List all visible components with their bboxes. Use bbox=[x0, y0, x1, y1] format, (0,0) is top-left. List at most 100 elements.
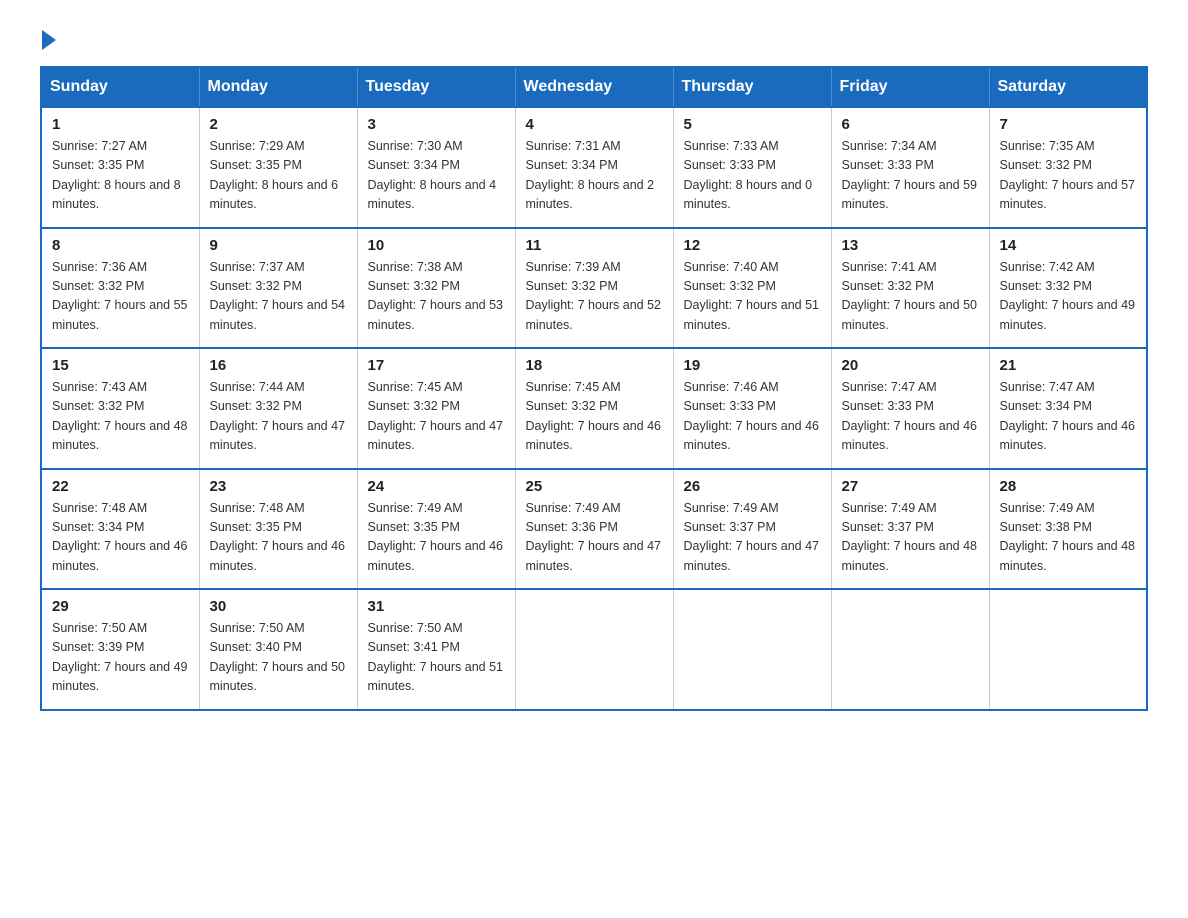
day-number: 15 bbox=[52, 357, 189, 374]
calendar-cell: 29 Sunrise: 7:50 AMSunset: 3:39 PMDaylig… bbox=[41, 589, 199, 710]
calendar-cell: 27 Sunrise: 7:49 AMSunset: 3:37 PMDaylig… bbox=[831, 469, 989, 590]
weekday-header-tuesday: Tuesday bbox=[357, 67, 515, 107]
weekday-header-saturday: Saturday bbox=[989, 67, 1147, 107]
day-info: Sunrise: 7:50 AMSunset: 3:40 PMDaylight:… bbox=[210, 619, 347, 697]
weekday-header-thursday: Thursday bbox=[673, 67, 831, 107]
day-info: Sunrise: 7:48 AMSunset: 3:34 PMDaylight:… bbox=[52, 499, 189, 577]
calendar-cell: 21 Sunrise: 7:47 AMSunset: 3:34 PMDaylig… bbox=[989, 348, 1147, 469]
day-info: Sunrise: 7:30 AMSunset: 3:34 PMDaylight:… bbox=[368, 137, 505, 215]
day-number: 4 bbox=[526, 116, 663, 133]
calendar-cell: 13 Sunrise: 7:41 AMSunset: 3:32 PMDaylig… bbox=[831, 228, 989, 349]
calendar-cell: 26 Sunrise: 7:49 AMSunset: 3:37 PMDaylig… bbox=[673, 469, 831, 590]
calendar-header: SundayMondayTuesdayWednesdayThursdayFrid… bbox=[41, 67, 1147, 107]
day-number: 12 bbox=[684, 237, 821, 254]
day-number: 26 bbox=[684, 478, 821, 495]
calendar-cell bbox=[673, 589, 831, 710]
day-number: 14 bbox=[1000, 237, 1137, 254]
day-info: Sunrise: 7:42 AMSunset: 3:32 PMDaylight:… bbox=[1000, 258, 1137, 336]
day-number: 24 bbox=[368, 478, 505, 495]
day-number: 13 bbox=[842, 237, 979, 254]
calendar-cell: 28 Sunrise: 7:49 AMSunset: 3:38 PMDaylig… bbox=[989, 469, 1147, 590]
calendar-cell: 16 Sunrise: 7:44 AMSunset: 3:32 PMDaylig… bbox=[199, 348, 357, 469]
day-info: Sunrise: 7:38 AMSunset: 3:32 PMDaylight:… bbox=[368, 258, 505, 336]
day-number: 3 bbox=[368, 116, 505, 133]
day-info: Sunrise: 7:50 AMSunset: 3:41 PMDaylight:… bbox=[368, 619, 505, 697]
calendar-cell: 5 Sunrise: 7:33 AMSunset: 3:33 PMDayligh… bbox=[673, 107, 831, 228]
calendar-cell: 25 Sunrise: 7:49 AMSunset: 3:36 PMDaylig… bbox=[515, 469, 673, 590]
day-number: 6 bbox=[842, 116, 979, 133]
day-info: Sunrise: 7:41 AMSunset: 3:32 PMDaylight:… bbox=[842, 258, 979, 336]
calendar-cell: 19 Sunrise: 7:46 AMSunset: 3:33 PMDaylig… bbox=[673, 348, 831, 469]
day-info: Sunrise: 7:27 AMSunset: 3:35 PMDaylight:… bbox=[52, 137, 189, 215]
calendar-cell: 7 Sunrise: 7:35 AMSunset: 3:32 PMDayligh… bbox=[989, 107, 1147, 228]
day-info: Sunrise: 7:34 AMSunset: 3:33 PMDaylight:… bbox=[842, 137, 979, 215]
calendar-cell: 3 Sunrise: 7:30 AMSunset: 3:34 PMDayligh… bbox=[357, 107, 515, 228]
calendar-cell: 31 Sunrise: 7:50 AMSunset: 3:41 PMDaylig… bbox=[357, 589, 515, 710]
calendar-cell: 30 Sunrise: 7:50 AMSunset: 3:40 PMDaylig… bbox=[199, 589, 357, 710]
calendar-cell: 12 Sunrise: 7:40 AMSunset: 3:32 PMDaylig… bbox=[673, 228, 831, 349]
day-info: Sunrise: 7:50 AMSunset: 3:39 PMDaylight:… bbox=[52, 619, 189, 697]
day-info: Sunrise: 7:44 AMSunset: 3:32 PMDaylight:… bbox=[210, 378, 347, 456]
day-number: 30 bbox=[210, 598, 347, 615]
logo bbox=[40, 30, 58, 46]
day-info: Sunrise: 7:47 AMSunset: 3:34 PMDaylight:… bbox=[1000, 378, 1137, 456]
calendar-cell: 6 Sunrise: 7:34 AMSunset: 3:33 PMDayligh… bbox=[831, 107, 989, 228]
calendar-cell: 1 Sunrise: 7:27 AMSunset: 3:35 PMDayligh… bbox=[41, 107, 199, 228]
calendar-cell: 14 Sunrise: 7:42 AMSunset: 3:32 PMDaylig… bbox=[989, 228, 1147, 349]
day-info: Sunrise: 7:45 AMSunset: 3:32 PMDaylight:… bbox=[526, 378, 663, 456]
calendar-week-3: 15 Sunrise: 7:43 AMSunset: 3:32 PMDaylig… bbox=[41, 348, 1147, 469]
day-info: Sunrise: 7:29 AMSunset: 3:35 PMDaylight:… bbox=[210, 137, 347, 215]
day-info: Sunrise: 7:49 AMSunset: 3:38 PMDaylight:… bbox=[1000, 499, 1137, 577]
calendar-cell: 22 Sunrise: 7:48 AMSunset: 3:34 PMDaylig… bbox=[41, 469, 199, 590]
day-number: 21 bbox=[1000, 357, 1137, 374]
weekday-header-monday: Monday bbox=[199, 67, 357, 107]
day-number: 1 bbox=[52, 116, 189, 133]
day-number: 9 bbox=[210, 237, 347, 254]
calendar-cell bbox=[831, 589, 989, 710]
day-info: Sunrise: 7:37 AMSunset: 3:32 PMDaylight:… bbox=[210, 258, 347, 336]
calendar-week-5: 29 Sunrise: 7:50 AMSunset: 3:39 PMDaylig… bbox=[41, 589, 1147, 710]
weekday-header-friday: Friday bbox=[831, 67, 989, 107]
day-number: 31 bbox=[368, 598, 505, 615]
calendar-cell: 11 Sunrise: 7:39 AMSunset: 3:32 PMDaylig… bbox=[515, 228, 673, 349]
day-info: Sunrise: 7:39 AMSunset: 3:32 PMDaylight:… bbox=[526, 258, 663, 336]
calendar-cell: 24 Sunrise: 7:49 AMSunset: 3:35 PMDaylig… bbox=[357, 469, 515, 590]
day-number: 23 bbox=[210, 478, 347, 495]
calendar-cell: 23 Sunrise: 7:48 AMSunset: 3:35 PMDaylig… bbox=[199, 469, 357, 590]
calendar-cell: 20 Sunrise: 7:47 AMSunset: 3:33 PMDaylig… bbox=[831, 348, 989, 469]
calendar-cell: 9 Sunrise: 7:37 AMSunset: 3:32 PMDayligh… bbox=[199, 228, 357, 349]
calendar-cell bbox=[989, 589, 1147, 710]
day-number: 17 bbox=[368, 357, 505, 374]
calendar-cell: 15 Sunrise: 7:43 AMSunset: 3:32 PMDaylig… bbox=[41, 348, 199, 469]
day-info: Sunrise: 7:47 AMSunset: 3:33 PMDaylight:… bbox=[842, 378, 979, 456]
day-info: Sunrise: 7:46 AMSunset: 3:33 PMDaylight:… bbox=[684, 378, 821, 456]
day-info: Sunrise: 7:40 AMSunset: 3:32 PMDaylight:… bbox=[684, 258, 821, 336]
weekday-header-sunday: Sunday bbox=[41, 67, 199, 107]
day-number: 7 bbox=[1000, 116, 1137, 133]
calendar-body: 1 Sunrise: 7:27 AMSunset: 3:35 PMDayligh… bbox=[41, 107, 1147, 710]
day-number: 19 bbox=[684, 357, 821, 374]
day-info: Sunrise: 7:49 AMSunset: 3:36 PMDaylight:… bbox=[526, 499, 663, 577]
calendar-cell: 10 Sunrise: 7:38 AMSunset: 3:32 PMDaylig… bbox=[357, 228, 515, 349]
day-info: Sunrise: 7:36 AMSunset: 3:32 PMDaylight:… bbox=[52, 258, 189, 336]
calendar-week-1: 1 Sunrise: 7:27 AMSunset: 3:35 PMDayligh… bbox=[41, 107, 1147, 228]
day-number: 8 bbox=[52, 237, 189, 254]
calendar-cell: 8 Sunrise: 7:36 AMSunset: 3:32 PMDayligh… bbox=[41, 228, 199, 349]
calendar-cell bbox=[515, 589, 673, 710]
day-number: 5 bbox=[684, 116, 821, 133]
day-info: Sunrise: 7:48 AMSunset: 3:35 PMDaylight:… bbox=[210, 499, 347, 577]
logo-arrow-icon bbox=[42, 30, 56, 50]
weekday-header-row: SundayMondayTuesdayWednesdayThursdayFrid… bbox=[41, 67, 1147, 107]
calendar-week-2: 8 Sunrise: 7:36 AMSunset: 3:32 PMDayligh… bbox=[41, 228, 1147, 349]
day-number: 18 bbox=[526, 357, 663, 374]
calendar-table: SundayMondayTuesdayWednesdayThursdayFrid… bbox=[40, 66, 1148, 711]
day-info: Sunrise: 7:45 AMSunset: 3:32 PMDaylight:… bbox=[368, 378, 505, 456]
day-info: Sunrise: 7:35 AMSunset: 3:32 PMDaylight:… bbox=[1000, 137, 1137, 215]
day-number: 22 bbox=[52, 478, 189, 495]
calendar-cell: 2 Sunrise: 7:29 AMSunset: 3:35 PMDayligh… bbox=[199, 107, 357, 228]
day-info: Sunrise: 7:33 AMSunset: 3:33 PMDaylight:… bbox=[684, 137, 821, 215]
day-number: 28 bbox=[1000, 478, 1137, 495]
day-info: Sunrise: 7:49 AMSunset: 3:37 PMDaylight:… bbox=[842, 499, 979, 577]
calendar-cell: 17 Sunrise: 7:45 AMSunset: 3:32 PMDaylig… bbox=[357, 348, 515, 469]
day-info: Sunrise: 7:49 AMSunset: 3:35 PMDaylight:… bbox=[368, 499, 505, 577]
